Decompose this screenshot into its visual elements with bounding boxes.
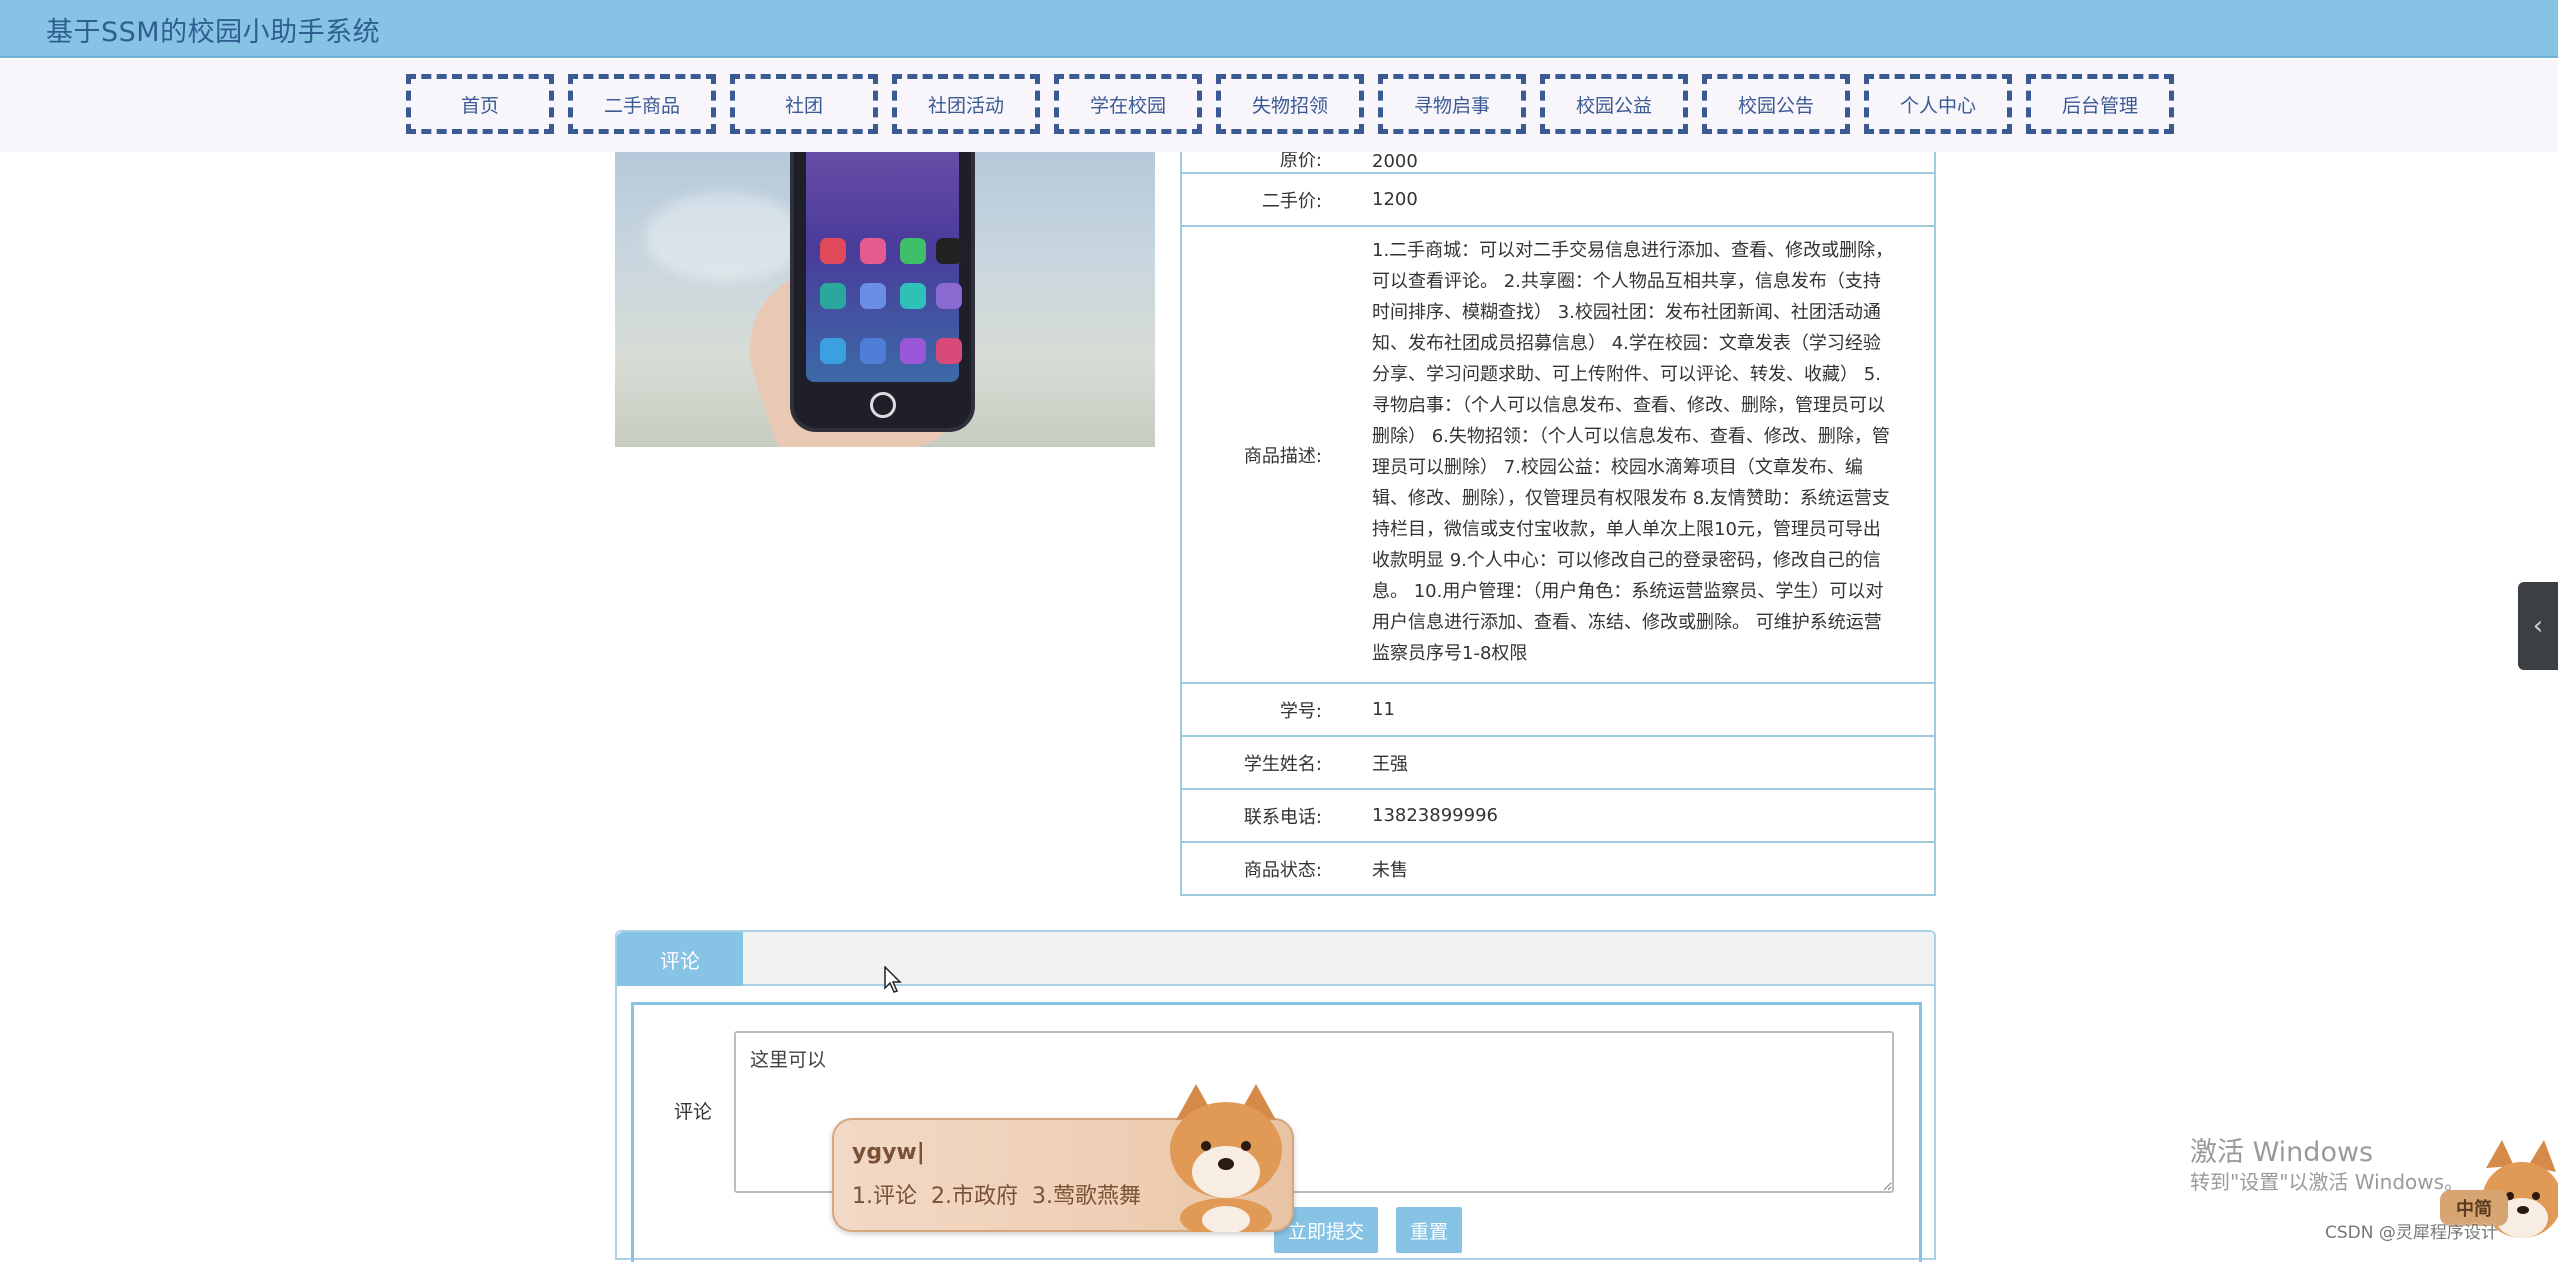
detail-label: 商品描述: <box>1243 445 1322 467</box>
nav-item[interactable]: 寻物启事 <box>1378 74 1526 134</box>
detail-value: 2000 <box>1372 152 1418 172</box>
detail-row-original-price: 原价: 2000 <box>1182 152 1934 172</box>
ime-candidate[interactable]: 3.莺歌燕舞 <box>1032 1178 1141 1210</box>
nav-item[interactable]: 社团 <box>730 74 878 134</box>
nav-item[interactable]: 失物招领 <box>1216 74 1364 134</box>
mouse-pointer-icon <box>884 966 902 993</box>
detail-label: 商品状态: <box>1243 859 1322 881</box>
detail-row-description: 商品描述: 1.二手商城：可以对二手交易信息进行添加、查看、修改或删除，可以查看… <box>1182 225 1934 682</box>
detail-row-student-id: 学号: 11 <box>1182 682 1934 735</box>
tab-comment[interactable]: 评论 <box>617 932 743 986</box>
nav-item[interactable]: 学在校园 <box>1054 74 1202 134</box>
nav-item[interactable]: 二手商品 <box>568 74 716 134</box>
detail-value: 11 <box>1372 699 1395 720</box>
chevron-left-icon: ‹ <box>2532 611 2544 641</box>
detail-row-phone: 联系电话: 13823899996 <box>1182 788 1934 841</box>
ime-candidate-popup: ygyw| 1.评论 2.市政府 3.莺歌燕舞 <box>832 1084 1294 1232</box>
nav-item[interactable]: 校园公益 <box>1540 74 1688 134</box>
product-image <box>615 152 1155 447</box>
ime-candidate-list: 1.评论 2.市政府 3.莺歌燕舞 <box>852 1178 1141 1210</box>
comment-field-label: 评论 <box>674 1101 713 1123</box>
phone-photo <box>790 152 975 432</box>
detail-value: 13823899996 <box>1372 805 1498 826</box>
detail-label: 学号: <box>1279 700 1322 722</box>
reset-button[interactable]: 重置 <box>1396 1207 1463 1253</box>
ime-candidate[interactable]: 1.评论 <box>852 1178 917 1210</box>
ime-candidate[interactable]: 2.市政府 <box>931 1178 1018 1210</box>
windows-activation-hint: 转到"设置"以激活 Windows。 <box>2190 1170 2465 1194</box>
detail-label: 二手价: <box>1261 190 1322 212</box>
nav-item[interactable]: 社团活动 <box>892 74 1040 134</box>
csdn-watermark: CSDN @灵犀程序设计 <box>2325 1223 2498 1243</box>
detail-value: 未售 <box>1372 859 1408 881</box>
main-nav: 首页 二手商品 社团 社团活动 学在校园 失物招领 寻物启事 校园公益 校园公告 个人中心 后台管理 <box>0 60 2558 152</box>
comment-tab-strip: 评论 <box>617 932 1934 986</box>
nav-item[interactable]: 后台管理 <box>2026 74 2174 134</box>
detail-label: 学生姓名: <box>1243 753 1322 775</box>
top-header: 基于SSM的校园小助手系统 <box>0 0 2558 58</box>
detail-row-student-name: 学生姓名: 王强 <box>1182 735 1934 788</box>
windows-activation-title: 激活 Windows <box>2190 1137 2374 1168</box>
nav-item[interactable]: 个人中心 <box>1864 74 2012 134</box>
detail-value: 1200 <box>1372 189 1418 210</box>
detail-value: 王强 <box>1372 753 1408 775</box>
side-panel-toggle[interactable]: ‹ <box>2518 582 2558 670</box>
detail-label: 原价: <box>1279 152 1322 171</box>
detail-value: 1.二手商城：可以对二手交易信息进行添加、查看、修改或删除，可以查看评论。 2.… <box>1372 240 1894 664</box>
detail-label: 联系电话: <box>1243 806 1322 828</box>
nav-item[interactable]: 首页 <box>406 74 554 134</box>
system-title: 基于SSM的校园小助手系统 <box>46 17 381 48</box>
nav-list: 首页 二手商品 社团 社团活动 学在校园 失物招领 寻物启事 校园公益 校园公告 个人中心 后台管理 <box>406 74 2174 136</box>
detail-row-second-hand-price: 二手价: 1200 <box>1182 172 1934 225</box>
detail-row-status: 商品状态: 未售 <box>1182 841 1934 894</box>
product-detail-table: 原价: 2000 二手价: 1200 商品描述: 1.二手商城：可以对二手交易信… <box>1180 152 1936 896</box>
shiba-dog-icon <box>1170 1084 1282 1232</box>
ime-input-text: ygyw| <box>852 1140 925 1165</box>
nav-item[interactable]: 校园公告 <box>1702 74 1850 134</box>
